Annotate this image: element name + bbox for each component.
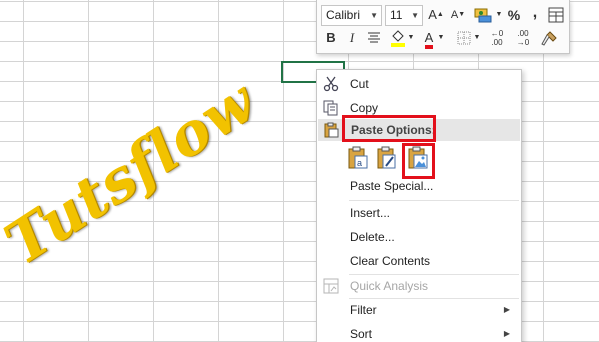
menu-item-quick-analysis[interactable]: Quick Analysis bbox=[318, 274, 520, 298]
copy-icon bbox=[323, 100, 338, 116]
percent-style-button[interactable]: % bbox=[506, 4, 522, 26]
increase-decimal-button[interactable]: ←0 .00 bbox=[487, 27, 507, 49]
decrease-font-size-button[interactable]: A▼ bbox=[450, 4, 466, 26]
increase-decimal-bottom: .00 bbox=[491, 38, 503, 47]
scissors-icon bbox=[323, 76, 339, 92]
borders-icon bbox=[457, 31, 471, 45]
chevron-down-icon[interactable]: ▼ bbox=[407, 27, 415, 49]
font-size-box[interactable]: 11 ▼ bbox=[385, 5, 423, 26]
chevron-down-icon[interactable]: ▼ bbox=[473, 27, 481, 49]
context-menu: Cut Copy Paste Options: a Paste Special.… bbox=[316, 69, 522, 342]
menu-item-sort[interactable]: Sort ▶ bbox=[318, 322, 520, 342]
format-painter-button[interactable] bbox=[539, 27, 559, 49]
menu-label-delete: Delete... bbox=[350, 230, 395, 244]
decrease-decimal-top: .00 bbox=[517, 29, 529, 38]
table-format-icon bbox=[548, 7, 564, 23]
borders-button[interactable] bbox=[455, 27, 473, 49]
accounting-format-button[interactable] bbox=[472, 4, 494, 26]
italic-button[interactable]: I bbox=[345, 27, 359, 49]
menu-label-sort: Sort bbox=[350, 327, 373, 341]
paste-formatting-button[interactable] bbox=[376, 146, 398, 170]
menu-item-delete[interactable]: Delete... bbox=[318, 225, 520, 249]
paintbrush-icon bbox=[541, 31, 557, 46]
menu-item-filter[interactable]: Filter ▶ bbox=[318, 298, 520, 322]
format-painter-table-button[interactable] bbox=[547, 4, 565, 26]
menu-item-paste-special[interactable]: Paste Special... bbox=[318, 174, 520, 198]
comma-style-button[interactable]: , bbox=[529, 2, 541, 24]
menu-item-insert[interactable]: Insert... bbox=[318, 201, 520, 225]
chevron-down-icon[interactable]: ▼ bbox=[495, 4, 503, 26]
align-center-button[interactable] bbox=[365, 27, 383, 49]
submenu-arrow-icon: ▶ bbox=[503, 329, 510, 338]
quick-analysis-icon bbox=[323, 278, 339, 294]
chevron-down-icon[interactable]: ▼ bbox=[370, 6, 378, 25]
paste-button[interactable]: a bbox=[347, 146, 369, 170]
font-color-button[interactable]: A bbox=[421, 27, 437, 49]
chevron-down-icon[interactable]: ▼ bbox=[437, 27, 445, 49]
align-center-icon bbox=[368, 32, 380, 43]
paint-bucket-icon bbox=[391, 30, 405, 47]
paste-options-highlight bbox=[342, 115, 436, 142]
increase-font-size-button[interactable]: A▲ bbox=[428, 4, 444, 26]
increase-font-label: A bbox=[428, 7, 437, 22]
paste-formatting-icon bbox=[377, 146, 396, 169]
menu-item-cut[interactable]: Cut bbox=[318, 72, 520, 96]
clipboard-icon bbox=[324, 122, 339, 138]
menu-item-clear-contents[interactable]: Clear Contents bbox=[318, 249, 520, 273]
font-color-letter: A bbox=[424, 31, 434, 49]
paste-icon: a bbox=[348, 146, 368, 169]
accounting-format-icon bbox=[474, 8, 492, 23]
svg-text:a: a bbox=[357, 158, 362, 168]
menu-label-paste-special: Paste Special... bbox=[350, 179, 434, 193]
decrease-decimal-button[interactable]: .00 →0 bbox=[513, 27, 533, 49]
menu-label-insert: Insert... bbox=[350, 206, 391, 220]
submenu-arrow-icon: ▶ bbox=[503, 305, 510, 314]
font-name-box[interactable]: Calibri ▼ bbox=[321, 5, 382, 26]
font-name-value: Calibri bbox=[326, 8, 361, 22]
mini-toolbar: Calibri ▼ 11 ▼ A▲ A▼ ▼ % , B I ▼ A ▼ ▼ ←… bbox=[316, 0, 570, 54]
menu-label-filter: Filter bbox=[350, 303, 377, 317]
menu-label-cut: Cut bbox=[350, 77, 369, 91]
increase-decimal-top: ←0 bbox=[490, 29, 504, 38]
decrease-decimal-bottom: →0 bbox=[516, 38, 530, 47]
font-size-value: 11 bbox=[390, 8, 403, 22]
chevron-down-icon[interactable]: ▼ bbox=[411, 6, 419, 25]
bold-button[interactable]: B bbox=[323, 27, 339, 49]
fill-color-button[interactable] bbox=[389, 27, 407, 49]
menu-label-quick-analysis: Quick Analysis bbox=[350, 279, 429, 293]
menu-label-clear-contents: Clear Contents bbox=[350, 254, 431, 268]
